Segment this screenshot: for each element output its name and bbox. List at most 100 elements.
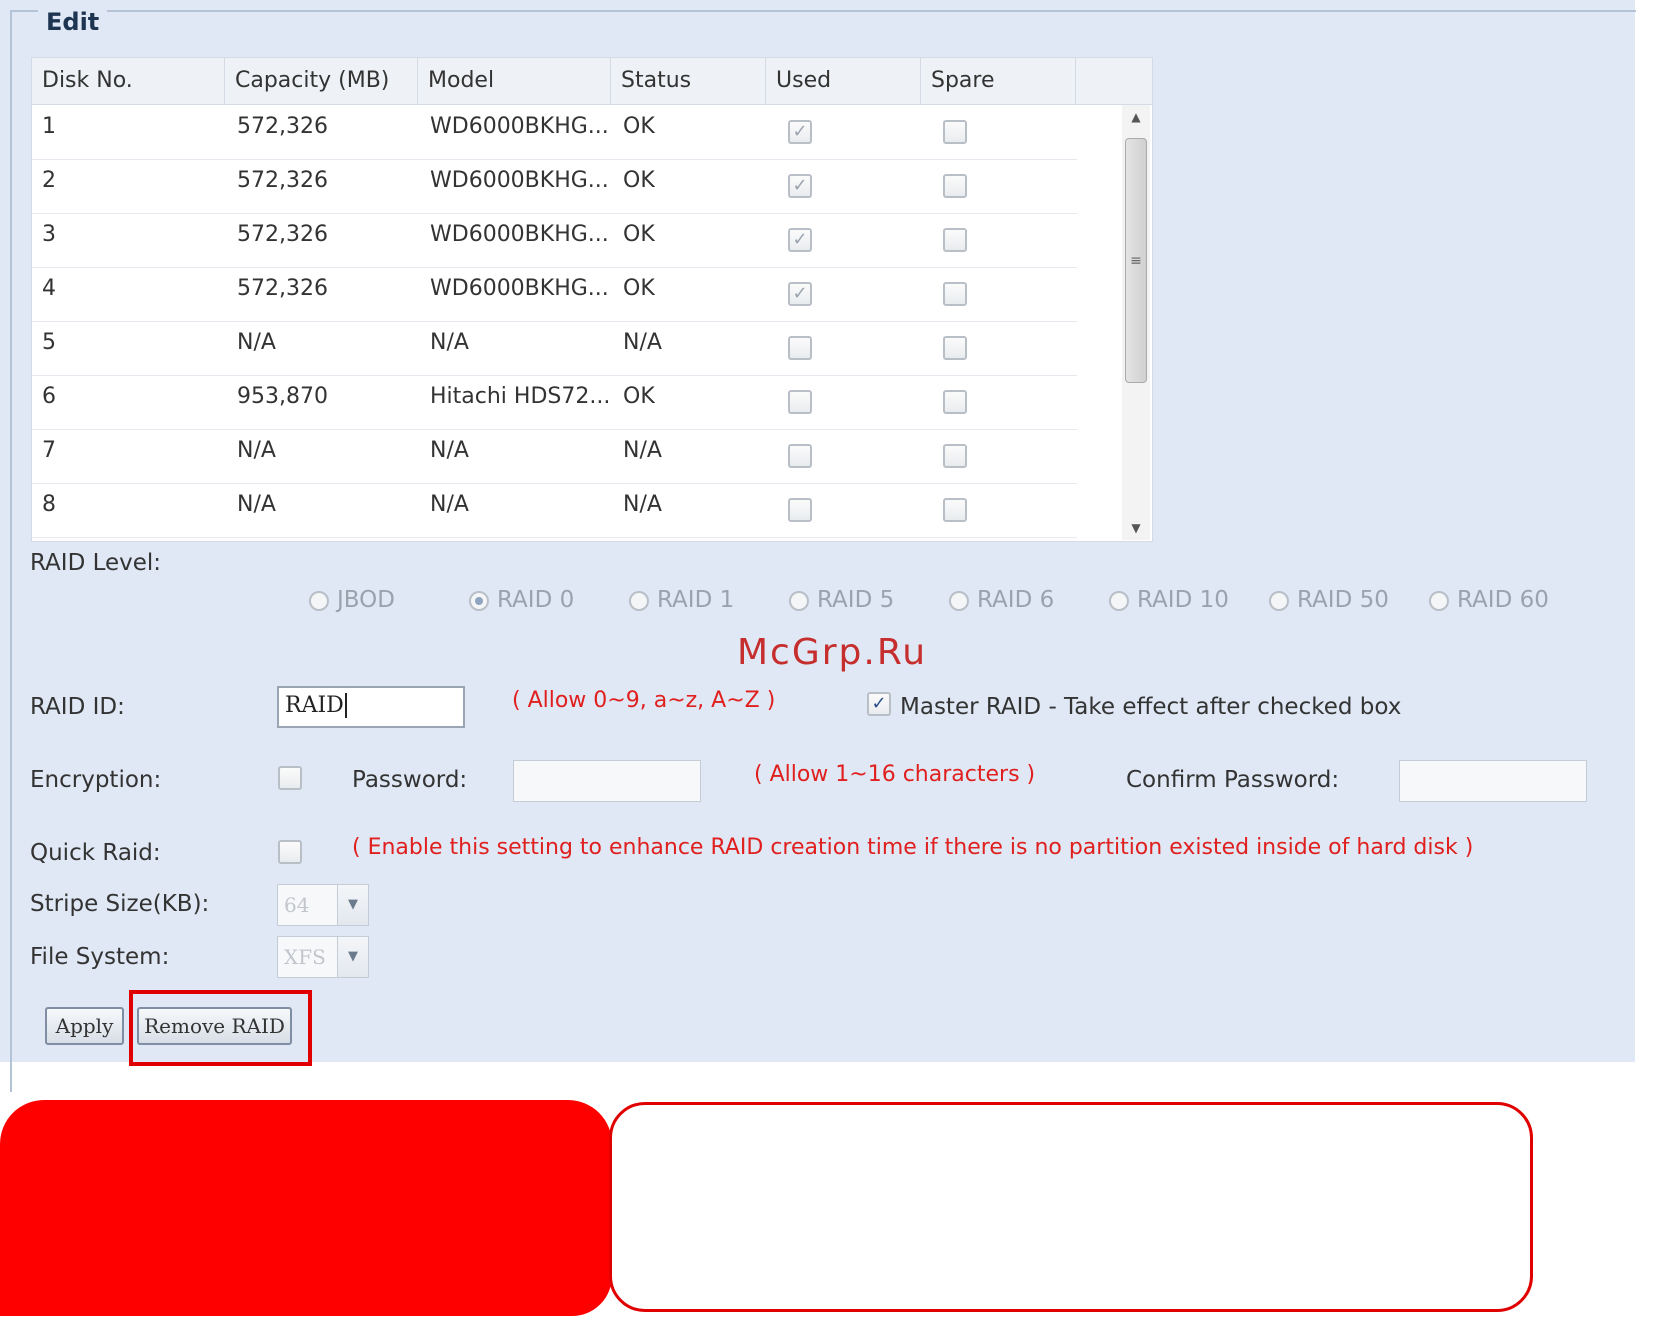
cell-model: WD6000BKHG... [430, 114, 609, 139]
cell-status: OK [623, 384, 655, 409]
file-system-label: File System: [30, 944, 170, 970]
raid-level-option[interactable]: JBOD [309, 587, 395, 613]
used-checkbox[interactable]: ✓ [788, 282, 812, 306]
apply-button[interactable]: Apply [45, 1007, 124, 1045]
header-disk-no[interactable]: Disk No. [32, 58, 225, 104]
cell-disk: 6 [42, 384, 56, 409]
stripe-size-label: Stripe Size(KB): [30, 891, 210, 917]
table-row[interactable]: 2 572,326 WD6000BKHG... OK ✓ [32, 159, 1077, 214]
radio-icon[interactable] [1429, 590, 1449, 611]
raid-level-option-label: RAID 0 [497, 587, 575, 613]
raid-level-option-label: RAID 6 [977, 587, 1055, 613]
raid-level-option[interactable]: RAID 0 [469, 587, 574, 613]
cell-model: WD6000BKHG... [430, 276, 609, 301]
raid-level-option[interactable]: RAID 10 [1109, 587, 1229, 613]
cell-status: N/A [623, 438, 662, 463]
scroll-thumb[interactable]: ≡ [1125, 138, 1147, 383]
used-checkbox[interactable] [788, 390, 812, 414]
cell-model: N/A [430, 330, 469, 355]
spare-checkbox[interactable] [943, 390, 967, 414]
chevron-down-icon[interactable]: ▼ [337, 937, 368, 977]
cell-model: N/A [430, 492, 469, 517]
table-row[interactable]: 8 N/A N/A N/A [32, 483, 1077, 538]
scroll-up-icon[interactable]: ▲ [1122, 105, 1150, 129]
table-row[interactable]: 7 N/A N/A N/A [32, 429, 1077, 484]
description-box [609, 1102, 1533, 1312]
quick-raid-checkbox[interactable] [278, 840, 302, 864]
cell-disk: 8 [42, 492, 56, 517]
raid-level-option-label: RAID 5 [817, 587, 895, 613]
header-spare[interactable]: Spare [921, 58, 1076, 104]
password-label: Password: [352, 767, 468, 793]
raid-level-option[interactable]: RAID 50 [1269, 587, 1389, 613]
file-system-select[interactable]: XFS ▼ [277, 936, 369, 978]
cell-model: WD6000BKHG... [430, 168, 609, 193]
encryption-label: Encryption: [30, 767, 162, 793]
radio-icon[interactable] [469, 590, 489, 611]
encryption-checkbox[interactable] [278, 766, 302, 790]
header-model[interactable]: Model [418, 58, 611, 104]
panel-edge [1635, 0, 1664, 1062]
watermark-text: McGrp.Ru [737, 632, 928, 673]
used-checkbox[interactable]: ✓ [788, 120, 812, 144]
table-header: Disk No. Capacity (MB) Model Status Used… [32, 58, 1152, 105]
used-checkbox[interactable] [788, 498, 812, 522]
table-row[interactable]: 4 572,326 WD6000BKHG... OK ✓ [32, 267, 1077, 322]
spare-checkbox[interactable] [943, 228, 967, 252]
used-checkbox[interactable]: ✓ [788, 228, 812, 252]
cell-status: OK [623, 276, 655, 301]
spare-checkbox[interactable] [943, 174, 967, 198]
master-raid-checkbox[interactable]: ✓ [867, 692, 891, 716]
confirm-password-input[interactable] [1399, 760, 1587, 802]
table-row[interactable]: 5 N/A N/A N/A [32, 321, 1077, 376]
cell-capacity: 572,326 [237, 222, 328, 247]
cell-status: N/A [623, 492, 662, 517]
raid-level-label: RAID Level: [30, 550, 162, 576]
cell-disk: 7 [42, 438, 56, 463]
radio-icon[interactable] [629, 590, 649, 611]
spare-checkbox[interactable] [943, 444, 967, 468]
cell-disk: 5 [42, 330, 56, 355]
cell-model: WD6000BKHG... [430, 222, 609, 247]
spare-checkbox[interactable] [943, 282, 967, 306]
header-status[interactable]: Status [611, 58, 766, 104]
cell-disk: 4 [42, 276, 56, 301]
cell-capacity: N/A [237, 492, 276, 517]
raid-level-option-label: RAID 1 [657, 587, 735, 613]
chevron-down-icon[interactable]: ▼ [337, 885, 368, 925]
raid-level-option[interactable]: RAID 5 [789, 587, 894, 613]
table-scrollbar[interactable]: ▲ ≡ ▼ [1122, 105, 1150, 540]
raid-level-option-label: JBOD [337, 587, 395, 613]
cell-status: OK [623, 114, 655, 139]
used-checkbox[interactable]: ✓ [788, 174, 812, 198]
table-row[interactable]: 6 953,870 Hitachi HDS72... OK [32, 375, 1077, 430]
stripe-size-select[interactable]: 64 ▼ [277, 884, 369, 926]
used-checkbox[interactable] [788, 444, 812, 468]
cell-disk: 1 [42, 114, 56, 139]
radio-icon[interactable] [789, 590, 809, 611]
radio-icon[interactable] [1109, 590, 1129, 611]
spare-checkbox[interactable] [943, 120, 967, 144]
scroll-down-icon[interactable]: ▼ [1122, 516, 1150, 540]
radio-icon[interactable] [1269, 590, 1289, 611]
callout-highlight-box [129, 990, 312, 1066]
stripe-size-value: 64 [284, 893, 310, 917]
raid-level-option[interactable]: RAID 6 [949, 587, 1054, 613]
radio-icon[interactable] [949, 590, 969, 611]
raid-id-input[interactable]: RAID [277, 686, 465, 728]
file-system-value: XFS [284, 945, 326, 969]
password-input[interactable] [513, 760, 701, 802]
table-row[interactable]: 1 572,326 WD6000BKHG... OK ✓ [32, 105, 1077, 160]
cell-capacity: N/A [237, 330, 276, 355]
cell-model: Hitachi HDS72... [430, 384, 611, 409]
radio-icon[interactable] [309, 590, 329, 611]
used-checkbox[interactable] [788, 336, 812, 360]
raid-level-option[interactable]: RAID 1 [629, 587, 734, 613]
table-row[interactable]: 3 572,326 WD6000BKHG... OK ✓ [32, 213, 1077, 268]
cell-model: N/A [430, 438, 469, 463]
header-used[interactable]: Used [766, 58, 921, 104]
spare-checkbox[interactable] [943, 498, 967, 522]
raid-level-option[interactable]: RAID 60 [1429, 587, 1549, 613]
header-capacity[interactable]: Capacity (MB) [225, 58, 418, 104]
spare-checkbox[interactable] [943, 336, 967, 360]
